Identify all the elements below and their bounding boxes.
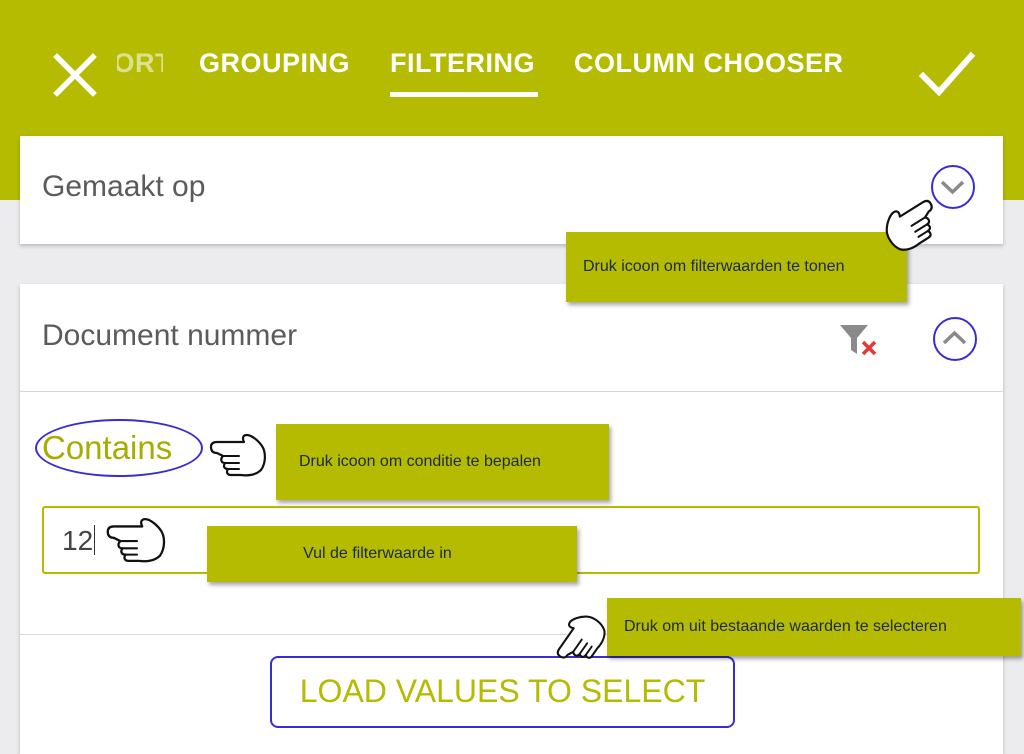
tooltip-select: Druk om uit bestaande waarden te selecte… bbox=[607, 598, 1021, 656]
tooltip-text: Druk icoon om filterwaarden te tonen bbox=[583, 258, 845, 275]
expand-button[interactable] bbox=[931, 165, 975, 209]
active-tab-indicator bbox=[390, 92, 538, 97]
chevron-up-icon bbox=[942, 330, 967, 345]
pointing-hand-icon bbox=[106, 517, 166, 563]
tooltip-text: Vul de filterwaarde in bbox=[303, 545, 452, 562]
load-values-button[interactable]: LOAD VALUES TO SELECT bbox=[270, 656, 735, 728]
clear-filter-icon[interactable] bbox=[838, 322, 882, 360]
tooltip-expand: Druk icoon om filterwaarden te tonen bbox=[566, 232, 907, 302]
filter-value-text: 12 bbox=[62, 525, 96, 556]
tab-sorting[interactable]: SORTING bbox=[117, 48, 163, 79]
tooltip-text: Druk icoon om conditie te bepalen bbox=[299, 453, 541, 470]
collapse-button[interactable] bbox=[933, 317, 977, 361]
tooltip-text: Druk om uit bestaande waarden te selecte… bbox=[624, 618, 947, 635]
tab-column-chooser[interactable]: COLUMN CHOOSER bbox=[574, 48, 844, 79]
tooltip-value: Vul de filterwaarde in bbox=[207, 526, 577, 582]
tab-grouping[interactable]: GROUPING bbox=[199, 48, 350, 79]
close-icon[interactable] bbox=[50, 50, 100, 100]
field-label: Document nummer bbox=[42, 319, 298, 352]
tab-filtering[interactable]: FILTERING bbox=[390, 48, 535, 79]
check-icon[interactable] bbox=[918, 48, 976, 102]
divider bbox=[20, 391, 1003, 392]
tooltip-condition: Druk icoon om conditie te bepalen bbox=[276, 424, 609, 500]
chevron-down-icon bbox=[940, 180, 965, 195]
filter-card-created-on: Gemaakt op bbox=[20, 136, 1003, 244]
pointing-hand-icon bbox=[209, 433, 266, 477]
field-label: Gemaakt op bbox=[42, 170, 206, 203]
text-caret bbox=[94, 525, 96, 555]
condition-highlight bbox=[35, 419, 203, 477]
